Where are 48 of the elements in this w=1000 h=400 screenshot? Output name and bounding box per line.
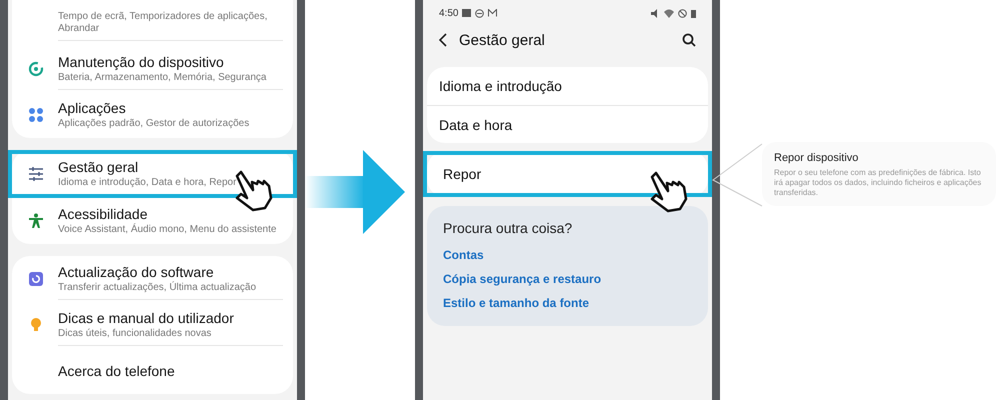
sliders-icon — [28, 166, 44, 182]
tooltip-text: Repor o seu telefone com as predefinições de fábrica. Isto irá apagar todos os dados, incluindo ficheiros e aplicações transferidas. — [774, 168, 982, 198]
item-title: Acessibilidade — [58, 206, 148, 222]
status-time: 4:50 — [439, 8, 458, 18]
back-icon[interactable] — [439, 33, 447, 47]
settings-item[interactable]: Actualização do software Transferir actualizações, Última actualização — [12, 256, 293, 302]
item-subtitle: Aplicações padrão, Gestor de autorizações — [58, 118, 250, 130]
leader-line — [712, 144, 762, 206]
item-title: Acerca do telefone — [58, 363, 176, 379]
arrow-icon — [305, 150, 405, 234]
settings-item[interactable]: Aplicações Aplicações padrão, Gestor de autorizações — [12, 92, 293, 138]
item-title: Gestão geral — [58, 159, 140, 175]
settings-item[interactable]: Idioma e introdução — [427, 67, 708, 105]
suggestions-title: Procura outra coisa? — [443, 220, 574, 236]
item-subtitle: Dicas úteis, funcionalidades novas — [58, 328, 212, 340]
blocked-icon — [678, 8, 687, 18]
item-title: Manutenção do dispositivo — [58, 54, 225, 70]
item-subtitle: Idioma e introdução, Data e hora, Repor — [58, 177, 238, 189]
image-icon — [462, 9, 472, 17]
screen-title: Gestão geral — [459, 32, 546, 48]
suggestion-link[interactable]: Cópia segurança e restauro — [443, 272, 692, 286]
do-not-disturb-icon — [475, 8, 484, 18]
battery-icon — [691, 8, 696, 18]
item-title: Dicas e manual do utilizador — [58, 310, 235, 326]
update-icon — [28, 271, 44, 287]
item-subtitle: Voice Assistant, Áudio mono, Menu do assistente — [58, 224, 278, 236]
refresh-icon — [28, 61, 44, 77]
mute-icon — [651, 8, 660, 18]
item-subtitle: Tempo de ecrã, Temporizadores de aplicações, Abrandar — [58, 10, 268, 34]
settings-item[interactable]: Acerca do telefone — [12, 348, 293, 394]
search-icon[interactable] — [682, 33, 696, 47]
item-title: Aplicações — [58, 100, 127, 116]
lightbulb-icon — [28, 317, 44, 333]
wifi-icon — [664, 8, 674, 18]
suggestion-link[interactable]: Contas — [443, 248, 692, 262]
apps-icon — [28, 107, 44, 123]
settings-item[interactable]: Dicas e manual do utilizador Dicas úteis, funcionalidades novas — [12, 302, 293, 348]
settings-item[interactable]: Manutenção do dispositivo Bateria, Armazenamento, Memória, Segurança — [12, 46, 293, 92]
mail-icon — [488, 9, 498, 17]
item-subtitle: Transferir actualizações, Última actualização — [58, 282, 258, 294]
settings-item[interactable]: Data e hora — [427, 105, 708, 143]
settings-item[interactable]: Acessibilidade Voice Assistant, Áudio mono, Menu do assistente — [12, 198, 293, 244]
tooltip-title: Repor dispositivo — [774, 152, 860, 164]
item-subtitle: Bateria, Armazenamento, Memória, Segurança — [58, 72, 268, 84]
item-title: Actualização do software — [58, 264, 215, 280]
settings-item[interactable]: Tempo de ecrã, Temporizadores de aplicações, Abrandar — [12, 0, 293, 46]
suggestion-link[interactable]: Estilo e tamanho da fonte — [443, 296, 692, 310]
accessibility-icon — [28, 213, 44, 229]
